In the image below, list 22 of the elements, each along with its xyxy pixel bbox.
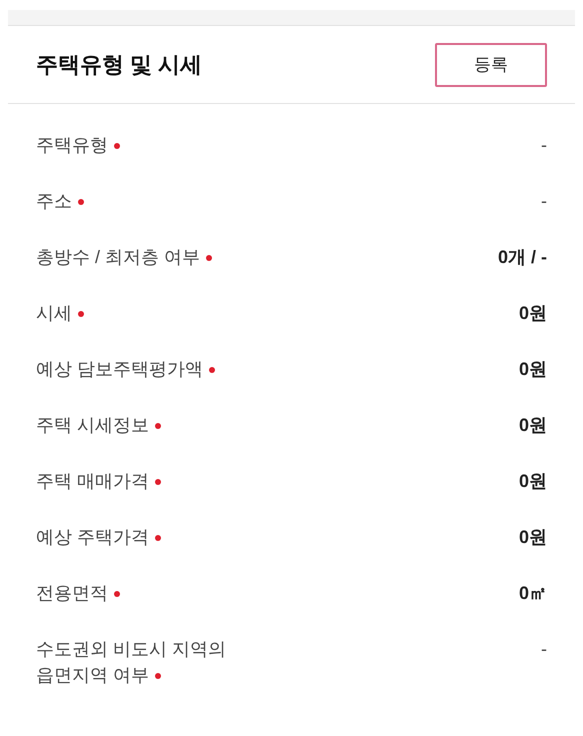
field-value: 0원 xyxy=(518,470,547,493)
field-value: - xyxy=(541,134,547,157)
section-title: 주택유형 및 시세 xyxy=(36,51,202,79)
field-value: 0원 xyxy=(518,526,547,549)
field-label: 주택유형 xyxy=(36,135,108,155)
field-label: 예상 담보주택평가액 xyxy=(36,359,204,379)
field-label: 전용면적 xyxy=(36,583,108,603)
field-label: 주소 xyxy=(36,191,72,211)
field-value: 0개 / - xyxy=(498,246,547,269)
field-label: 예상 주택가격 xyxy=(36,527,150,547)
field-value: - xyxy=(541,638,547,661)
field-label: 수도권외 비도시 지역의 읍면지역 여부 xyxy=(36,639,226,685)
field-value: 0원 xyxy=(518,358,547,381)
field-value: - xyxy=(541,190,547,213)
field-value: 0원 xyxy=(518,302,547,325)
field-label: 주택 시세정보 xyxy=(36,415,150,435)
register-button[interactable]: 등록 xyxy=(435,42,547,86)
field-label: 주택 매매가격 xyxy=(36,471,150,491)
field-label: 총방수 / 최저층 여부 xyxy=(36,247,200,267)
field-label: 시세 xyxy=(36,303,72,323)
field-value: 0원 xyxy=(518,414,547,437)
field-value: 0㎡ xyxy=(518,582,547,605)
